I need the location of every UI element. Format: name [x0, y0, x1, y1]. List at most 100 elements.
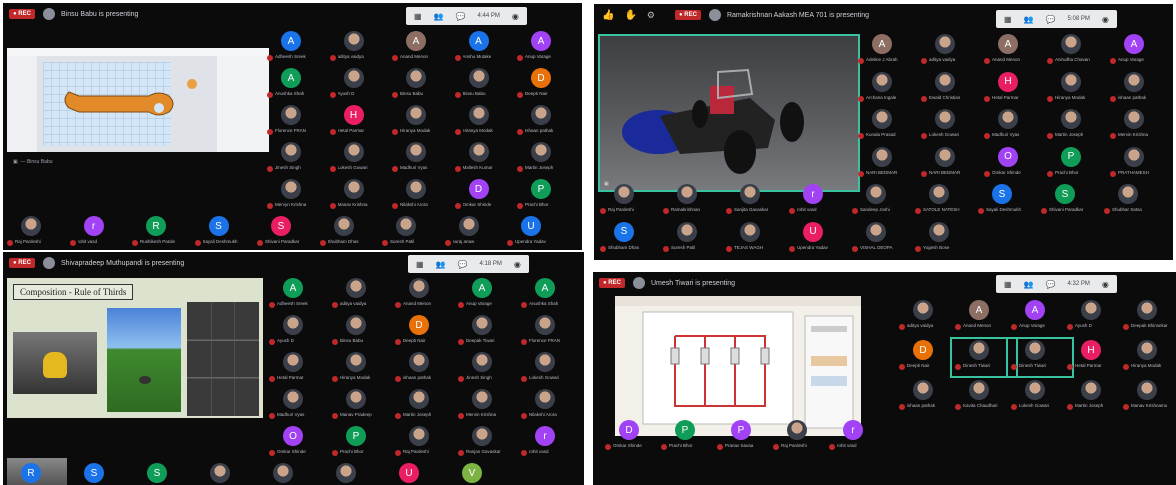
participant-tile[interactable]: Binsu Babu [453, 68, 515, 103]
participant-tile[interactable]: D Deepti Nair [393, 315, 455, 350]
grid-icon[interactable]: ▦ [1004, 280, 1012, 289]
participant-tile[interactable]: SShivani Paradkar [255, 216, 317, 250]
participant-tile[interactable]: Shubhar Satsa [1102, 184, 1164, 219]
participant-tile[interactable]: TEJAS WAGH [724, 221, 786, 257]
participant-tile[interactable]: O Omkar Shinde [982, 146, 1044, 182]
chat-icon[interactable]: 💬 [1046, 15, 1056, 24]
participant-tile[interactable]: Shubham Dhas [318, 216, 380, 250]
participant-tile[interactable]: Ayush D [328, 68, 390, 103]
participant-tile[interactable]: Deepak Tiwari [456, 315, 518, 350]
chat-icon[interactable]: 💬 [456, 12, 466, 21]
participant-tile[interactable]: NARI BEDMAR [919, 146, 981, 182]
participant-tile[interactable]: UUpendra Yadav [505, 216, 567, 250]
participant-tile[interactable]: SShivani Paradkar [1039, 184, 1101, 219]
participant-tile[interactable]: Ewald Christian [919, 71, 981, 107]
people-icon[interactable]: 👥 [1024, 15, 1034, 24]
participant-tile[interactable]: VISHAL DEOPA [850, 221, 912, 257]
participant-tile[interactable]: Mervyn Krishna [265, 179, 327, 214]
participant-tile[interactable]: aditya vaidya [330, 278, 392, 313]
chat-icon[interactable]: 💬 [1046, 280, 1056, 289]
participant-tile[interactable]: Jinesh Singh [456, 352, 518, 387]
participant-tile[interactable]: Hiranya Modak [453, 105, 515, 140]
participant-tile[interactable]: Anirudha Chavan [1045, 34, 1107, 69]
participant-tile[interactable]: aditya vaidya [919, 34, 981, 69]
participant-tile[interactable]: Hiranya Modak [390, 105, 452, 140]
participant-tile[interactable]: P Prachi Bhor [659, 420, 721, 455]
participant-tile[interactable]: VVaishnvi Chavale [446, 463, 508, 485]
participant-tile[interactable]: Suresh Patil [380, 216, 442, 250]
participant-tile[interactable]: RRushikesh Patole [5, 463, 67, 485]
participant-tile[interactable]: Suresh Patil [661, 221, 723, 257]
participant-tile[interactable]: Mervin Krishna [456, 389, 518, 424]
participant-tile[interactable]: Martin Joseph [393, 389, 455, 424]
participant-tile[interactable]: Manav Krishna [328, 179, 390, 214]
chat-icon[interactable]: 💬 [458, 260, 468, 269]
participant-tile[interactable]: Madhuri Vyas [390, 142, 452, 177]
participant-tile[interactable]: A Anup Varage [515, 31, 577, 66]
participant-tile[interactable]: Shubham Dhas [257, 463, 319, 485]
participant-tile[interactable]: P Pranav Savaa [715, 420, 777, 455]
participant-tile[interactable]: Florence FRAN [519, 315, 581, 350]
participant-tile[interactable]: UUpendra Yadav [383, 463, 445, 485]
participant-tile[interactable]: Shivapradeep [194, 463, 256, 485]
hand-icon[interactable]: ✋ [624, 10, 636, 21]
participant-tile[interactable]: Binsu Babu [390, 68, 452, 103]
participant-tile[interactable]: Mervin Krishna [1108, 109, 1170, 144]
participant-tile[interactable]: ishaan pathak [393, 352, 455, 387]
participant-tile[interactable]: A Anand Menon [390, 31, 452, 66]
participant-tile[interactable]: H Hetal Parmar [328, 105, 390, 140]
participant-tile[interactable]: S Sayali Deshmukh [193, 216, 255, 250]
participant-tile[interactable]: D Omkar Shinde [453, 179, 515, 214]
participant-tile[interactable]: A Adheesh Sreek [265, 31, 327, 66]
participant-tile[interactable]: Raj Pardeshi [393, 426, 455, 461]
participant-tile[interactable]: Martin Joseph [1065, 380, 1127, 415]
participant-tile[interactable]: P Prachi Bhor [515, 179, 577, 214]
participant-tile[interactable]: r rohit vasd [787, 184, 849, 219]
participant-tile[interactable]: D Omkar Shinde [603, 420, 665, 455]
participant-tile[interactable]: Raj Pardeshi [771, 420, 833, 455]
participant-tile[interactable]: H Hetal Parmar [1065, 340, 1127, 375]
participant-tile[interactable]: Nilakshi Arora [519, 389, 581, 424]
participant-tile[interactable]: SShivani Paradkar [131, 463, 193, 485]
participant-tile[interactable]: Archana Ingale [856, 71, 918, 107]
participant-tile[interactable]: r rohit vasd [519, 426, 581, 461]
participant-tile[interactable]: Martin Joseph [1045, 109, 1107, 144]
participant-tile[interactable]: Hiranya Modak [1121, 340, 1176, 375]
participant-tile[interactable]: H Hetal Parmar [982, 71, 1044, 107]
participant-tile[interactable]: A Anushka Shah [265, 68, 327, 103]
participant-tile[interactable]: P Prachi Bhor [330, 426, 392, 461]
participant-tile[interactable]: O Omkar Shinde [267, 426, 329, 461]
participant-tile[interactable]: P Prachi Bhor [1045, 146, 1107, 182]
participant-tile[interactable]: Sanjita Gavaskar [724, 184, 786, 219]
participant-tile[interactable]: Lokesh Gowari [519, 352, 581, 387]
participant-tile[interactable]: SATOLE NATESH [913, 184, 975, 219]
participant-tile[interactable]: A Adeline J Abrah [856, 34, 918, 69]
participant-tile[interactable]: Madhuri Vyas [982, 109, 1044, 144]
settings-icon[interactable]: ⚙ [647, 10, 655, 21]
people-icon[interactable]: 👥 [434, 12, 444, 21]
participant-tile[interactable]: r rohit vasd [827, 420, 889, 455]
participant-tile[interactable]: Ishaan pathak [515, 105, 577, 140]
participant-tile[interactable]: Martin Joseph [515, 142, 577, 177]
thumbs-up-icon[interactable]: 👍 [602, 10, 614, 21]
participant-tile[interactable]: Florence FRAN [265, 105, 327, 140]
participant-tile[interactable]: Raj Pardeshi [5, 216, 67, 250]
participant-tile[interactable]: Manav Pradeep [330, 389, 392, 424]
participant-tile[interactable]: A Anand Menon [953, 300, 1015, 335]
participant-tile[interactable]: Dinesh Tiwari [950, 337, 1018, 378]
participant-tile[interactable]: PRATHAMESH [1108, 146, 1170, 182]
participant-tile[interactable]: Mallesh Kumar [453, 142, 515, 177]
participant-tile[interactable]: A Anup Varage [456, 278, 518, 313]
participant-tile[interactable]: Suresh Patil [320, 463, 382, 485]
participant-tile[interactable]: Lokesh Gowari [1009, 380, 1071, 415]
participant-tile[interactable]: D Deepti Nair [515, 68, 577, 103]
participant-tile[interactable]: A Anushka Shah [519, 278, 581, 313]
participant-tile[interactable]: Kavita Chaudhari [953, 380, 1015, 415]
people-icon[interactable]: 👥 [436, 260, 446, 269]
participant-tile[interactable]: A Anand Menon [982, 34, 1044, 69]
participant-tile[interactable]: r rohit vasd [68, 216, 130, 250]
participant-tile[interactable]: Anand Menon [393, 278, 455, 313]
participant-tile[interactable]: NARI BEDMAR [856, 146, 918, 182]
grid-icon[interactable]: ▦ [1004, 15, 1012, 24]
participant-tile[interactable]: Dinesh Tiwari [1006, 337, 1074, 378]
